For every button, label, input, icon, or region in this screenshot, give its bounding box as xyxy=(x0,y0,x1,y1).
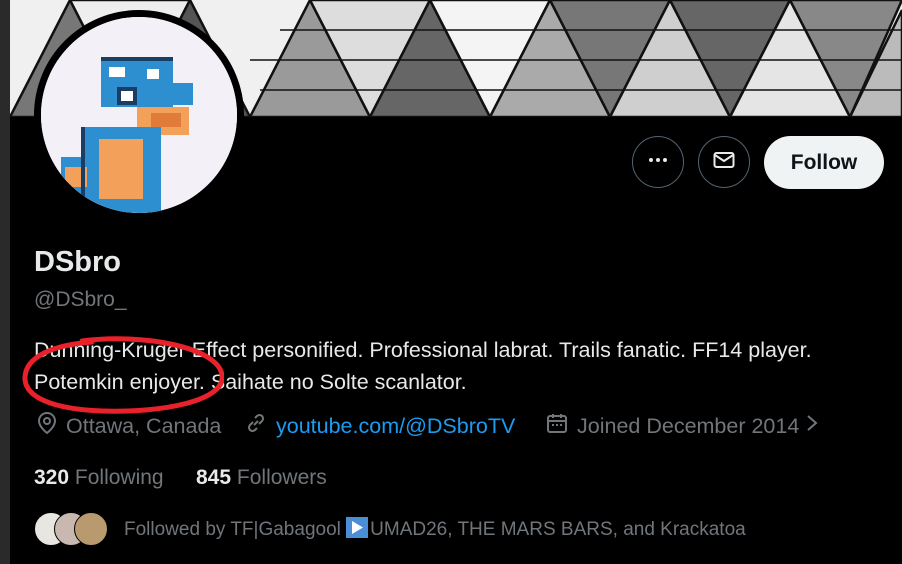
message-button[interactable] xyxy=(698,136,750,188)
mini-avatar-3 xyxy=(74,512,108,546)
join-date-text: Joined December 2014 xyxy=(577,413,800,438)
window-edge xyxy=(0,0,10,564)
location-icon xyxy=(36,411,66,441)
avatar[interactable] xyxy=(41,17,237,213)
display-name: DSbro xyxy=(34,246,121,278)
followed-by-prefix: Followed by TF|Gabagool xyxy=(124,519,347,540)
more-icon xyxy=(646,148,670,177)
chevron-right-icon[interactable] xyxy=(805,413,827,439)
bio: Dunning-Kruger Effect personified. Profe… xyxy=(34,334,884,398)
followers-stat[interactable]: 845 Followers xyxy=(196,466,327,490)
location: Ottawa, Canada xyxy=(36,411,221,441)
followers-count: 845 xyxy=(196,466,232,489)
user-handle: @DSbro_ xyxy=(34,288,127,311)
bio-line-2: Potemkin enjoyer. Saihate no Solte scanl… xyxy=(34,370,467,394)
link-icon xyxy=(244,411,276,441)
following-label: Following xyxy=(74,466,164,489)
more-button[interactable] xyxy=(632,136,684,188)
location-text: Ottawa, Canada xyxy=(66,413,222,438)
following-stat[interactable]: 320 Following xyxy=(34,466,164,490)
join-date[interactable]: Joined December 2014 xyxy=(545,411,827,441)
pixel-dinosaur-image xyxy=(41,17,237,213)
bio-line-1: Dunning-Kruger Effect personified. Profe… xyxy=(34,338,812,362)
following-count: 320 xyxy=(34,466,70,489)
website[interactable]: youtube.com/@DSbroTV xyxy=(244,411,515,441)
followers-label: Followers xyxy=(236,466,327,489)
followed-by-rest: UMAD26, THE MARS BARS, and Krackatoa xyxy=(370,519,746,540)
play-emoji-icon xyxy=(346,517,369,538)
followers-you-know-avatars[interactable] xyxy=(34,512,108,546)
mail-icon xyxy=(712,148,736,177)
website-link[interactable]: youtube.com/@DSbroTV xyxy=(276,414,515,439)
followed-by-text[interactable]: Followed by TF|Gabagool UMAD26, THE MARS… xyxy=(124,517,746,541)
calendar-icon xyxy=(545,411,577,441)
follow-button[interactable]: Follow xyxy=(764,136,884,189)
